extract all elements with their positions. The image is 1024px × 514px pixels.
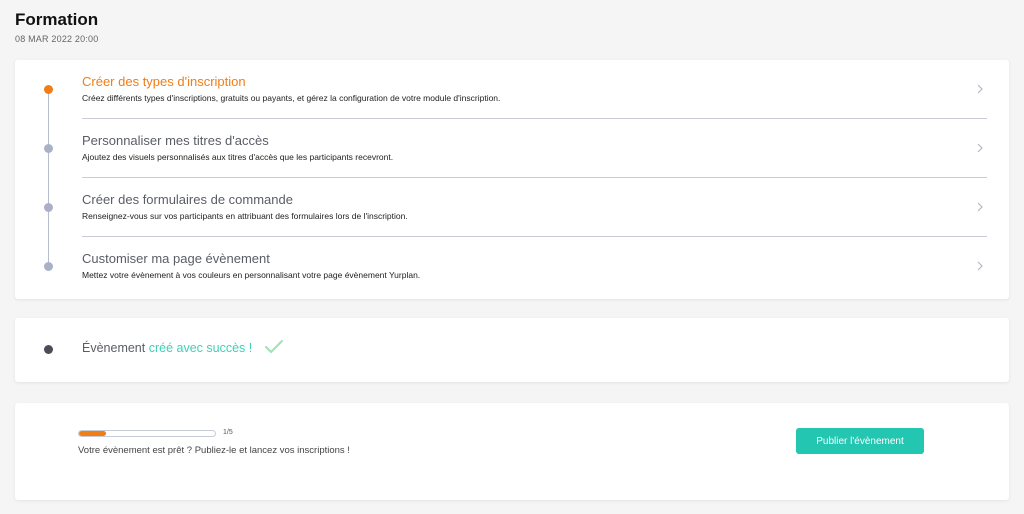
step-description: Créez différents types d'inscriptions, g… <box>82 93 501 103</box>
step-dot <box>44 144 53 153</box>
chevron-right-icon <box>977 143 983 153</box>
step-dot <box>44 85 53 94</box>
event-setup-page: Formation 08 MAR 2022 20:00 Créer des ty… <box>0 0 1024 514</box>
setup-steps-card: Créer des types d'inscription Créez diff… <box>15 60 1009 299</box>
success-dot <box>44 345 53 354</box>
step-dot <box>44 262 53 271</box>
step-title: Créer des types d'inscription <box>82 74 246 89</box>
success-prefix: Évènement <box>82 341 146 355</box>
success-message: Évènement créé avec succès ! <box>82 341 252 355</box>
step-description: Ajoutez des visuels personnalisés aux ti… <box>82 152 394 162</box>
step-dot <box>44 203 53 212</box>
chevron-right-icon <box>977 84 983 94</box>
event-created-card: Évènement créé avec succès ! <box>15 318 1009 382</box>
step-access-titles[interactable]: Personnaliser mes titres d'accès Ajoutez… <box>15 119 1009 178</box>
publish-card: 1/5 Votre évènement est prêt ? Publiez-l… <box>15 403 1009 500</box>
chevron-right-icon <box>977 202 983 212</box>
step-title: Customiser ma page évènement <box>82 251 270 266</box>
success-accent: créé avec succès ! <box>148 341 253 355</box>
check-icon <box>265 340 283 353</box>
publish-event-button[interactable]: Publier l'évènement <box>796 428 924 454</box>
step-event-page[interactable]: Customiser ma page évènement Mettez votr… <box>15 237 1009 296</box>
page-title: Formation <box>15 10 99 29</box>
step-title: Personnaliser mes titres d'accès <box>82 133 269 148</box>
step-description: Renseignez-vous sur vos participants en … <box>82 211 408 221</box>
progress-fill <box>79 431 107 436</box>
publish-message: Votre évènement est prêt ? Publiez-le et… <box>78 445 350 456</box>
event-date: 08 MAR 2022 20:00 <box>15 34 99 44</box>
step-title: Créer des formulaires de commande <box>82 192 293 207</box>
progress-bar <box>78 430 216 437</box>
step-description: Mettez votre évènement à vos couleurs en… <box>82 270 421 280</box>
step-registration-types[interactable]: Créer des types d'inscription Créez diff… <box>15 60 1009 119</box>
chevron-right-icon <box>977 261 983 271</box>
progress-count: 1/5 <box>223 429 233 436</box>
step-order-forms[interactable]: Créer des formulaires de commande Rensei… <box>15 178 1009 237</box>
